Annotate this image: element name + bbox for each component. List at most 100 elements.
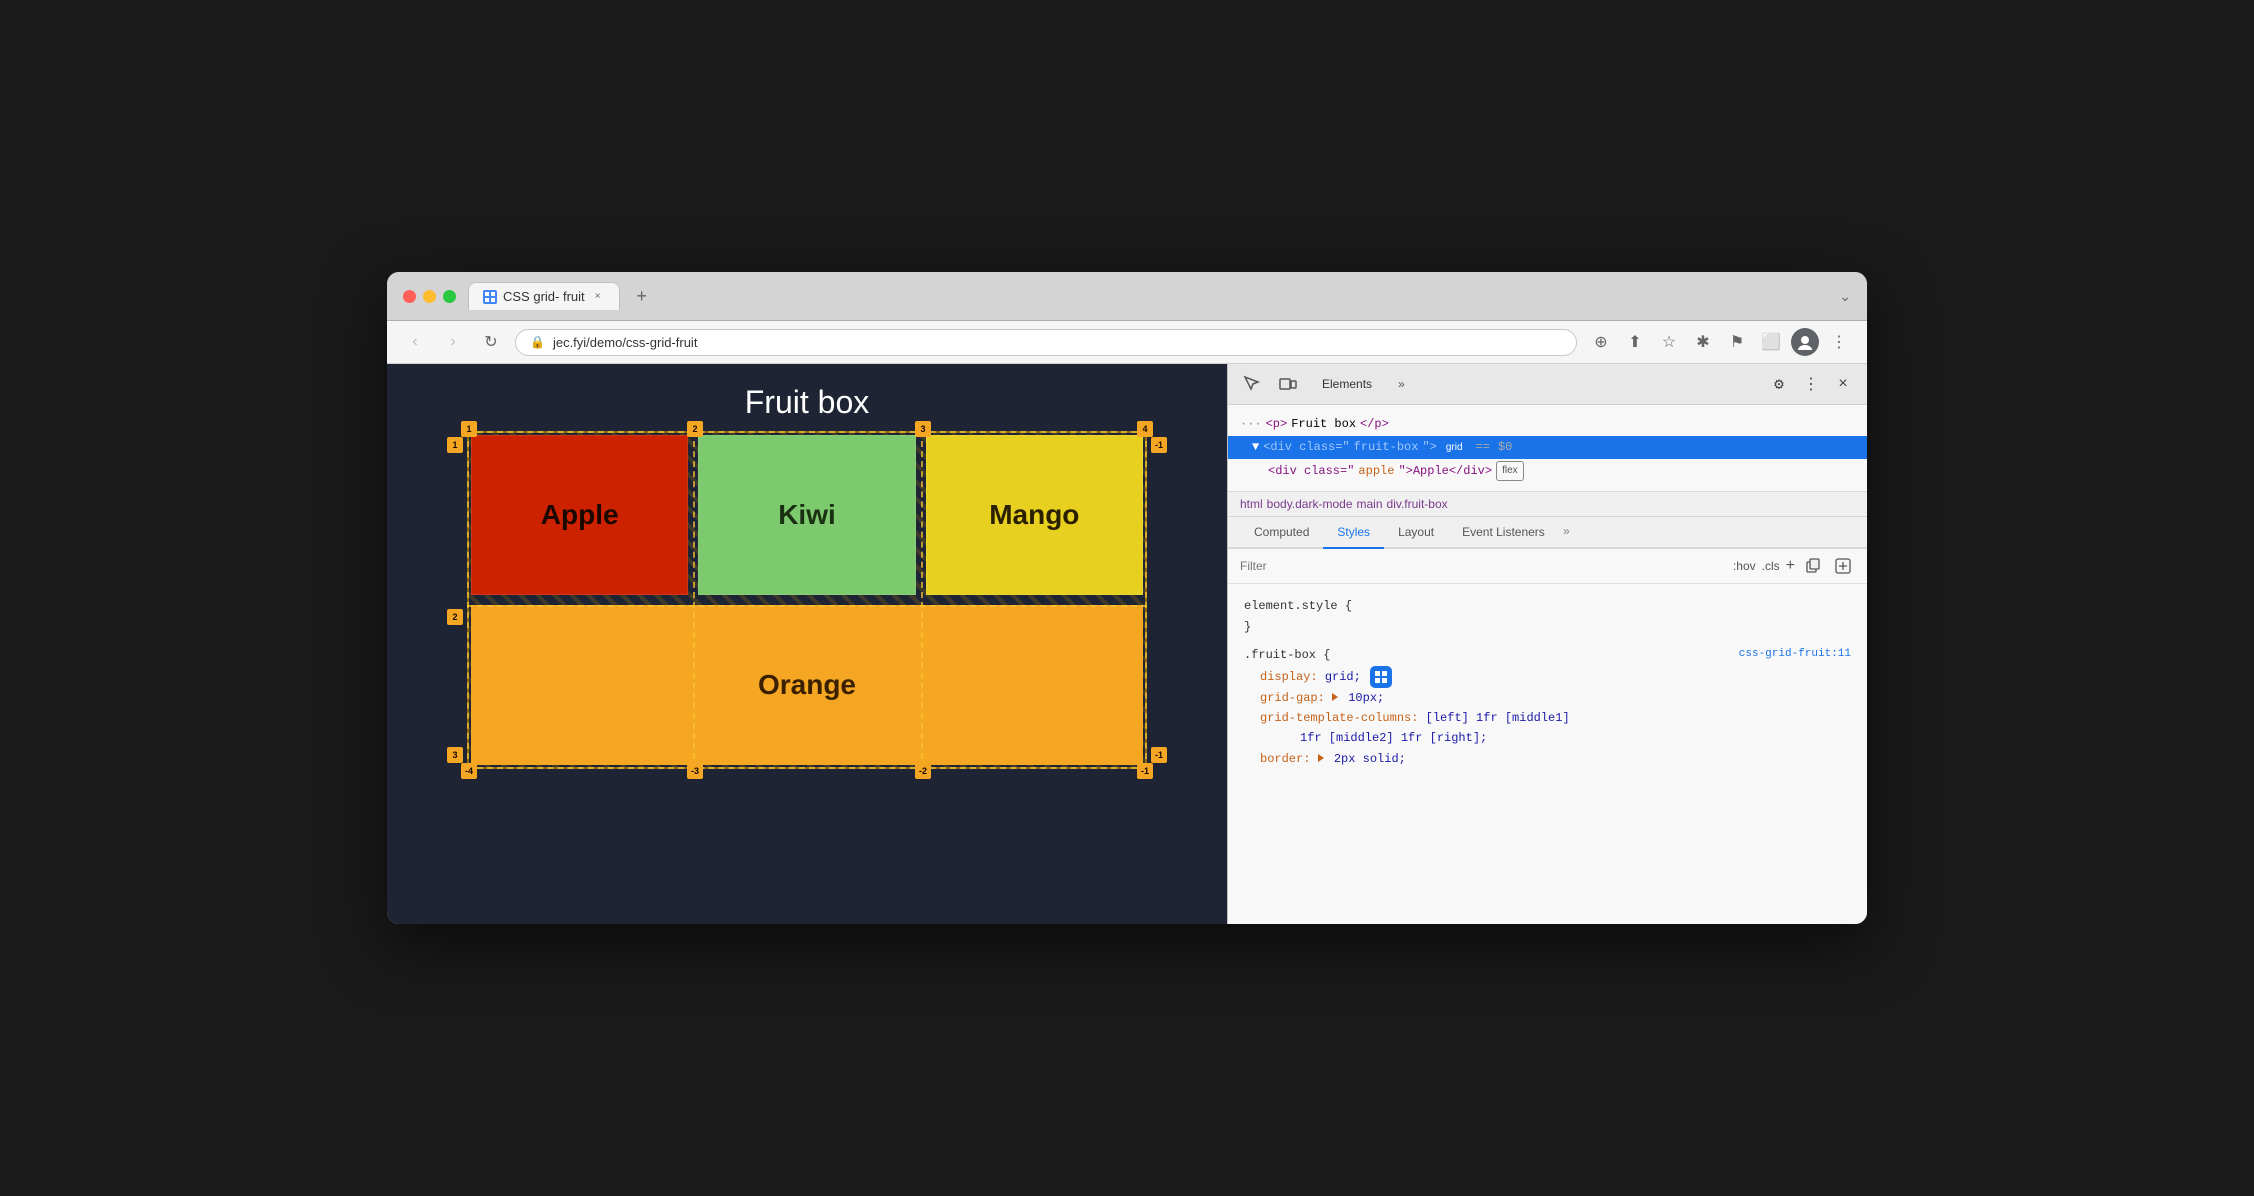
lock-icon: 🔒	[530, 335, 545, 349]
css-source-link[interactable]: css-grid-fruit:11	[1739, 645, 1851, 664]
share-icon[interactable]: ⬆	[1621, 328, 1649, 356]
tab-layout[interactable]: Layout	[1384, 517, 1448, 549]
grid-template-columns-cont: 1fr [middle2] 1fr [right];	[1244, 728, 1851, 748]
bc-main[interactable]: main	[1357, 497, 1383, 511]
filter-bar: :hov .cls +	[1228, 549, 1867, 584]
dom-line-2-selected: ▼ <div class="fruit-box"> grid == $0	[1228, 436, 1867, 459]
close-devtools-icon[interactable]: ×	[1829, 370, 1857, 398]
url-text: jec.fyi/demo/css-grid-fruit	[553, 335, 1562, 350]
refresh-button[interactable]: ↻	[477, 328, 505, 356]
orange-cell: Orange	[471, 605, 1143, 765]
grid-line-v1	[467, 431, 469, 769]
dom-close-div-attr: ">	[1422, 438, 1436, 457]
device-toolbar-icon[interactable]	[1274, 370, 1302, 398]
webpage-area: Fruit box 1 2 3 4 1 2 3 -1 -1	[387, 364, 1227, 924]
grid-num-1-left: 1	[447, 437, 463, 453]
dom-apple-class: apple	[1358, 462, 1394, 481]
grid-gap-expand-icon[interactable]	[1332, 693, 1338, 701]
tab-computed[interactable]: Computed	[1240, 517, 1323, 549]
bc-body[interactable]: body.dark-mode	[1267, 497, 1353, 511]
grid-gap-prop-line: grid-gap: 10px;	[1244, 688, 1851, 708]
dom-tag-p: <p>	[1266, 415, 1288, 434]
inspector-icon[interactable]	[1238, 370, 1266, 398]
minimize-button[interactable]	[423, 290, 436, 303]
zoom-icon[interactable]: ⊕	[1587, 328, 1615, 356]
border-expand-icon[interactable]	[1318, 754, 1324, 762]
grid-num-neg2-bottom: -2	[915, 763, 931, 779]
maximize-button[interactable]	[443, 290, 456, 303]
profile-icon[interactable]	[1791, 328, 1819, 356]
grid-num-1-top: 1	[461, 421, 477, 437]
toggle-dark-scheme-icon[interactable]	[1831, 554, 1855, 578]
copy-styles-icon[interactable]	[1801, 554, 1825, 578]
dom-line-3: <div class="apple">Apple</div> flex	[1228, 459, 1867, 483]
devtools-header: Elements » ⚙ ⋮ ×	[1228, 364, 1867, 405]
cls-button[interactable]: .cls	[1762, 559, 1780, 573]
dom-tree: ··· <p>Fruit box</p> ▼ <div class="fruit…	[1228, 405, 1867, 492]
tab-close-icon[interactable]: ×	[591, 290, 605, 304]
tab-event-listeners[interactable]: Event Listeners	[1448, 517, 1559, 549]
extensions-icon[interactable]: ✱	[1689, 328, 1717, 356]
grid-num-2-top: 2	[687, 421, 703, 437]
hov-button[interactable]: :hov	[1733, 559, 1756, 573]
dom-class-fruit-box: fruit-box	[1354, 438, 1419, 457]
more-tabs-icon[interactable]: »	[1559, 517, 1574, 547]
bookmark-icon[interactable]: ☆	[1655, 328, 1683, 356]
fruit-box-selector-line: .fruit-box { css-grid-fruit:11	[1244, 645, 1851, 665]
devtools-tabs: Elements »	[1310, 372, 1757, 396]
grid-num-neg1-bottom: -1	[1137, 763, 1153, 779]
dom-dots: ···	[1240, 415, 1262, 434]
grid-num-4-top: 4	[1137, 421, 1153, 437]
apple-label: Apple	[541, 499, 619, 531]
grid-line-v2	[693, 431, 695, 769]
devtools-header-icons: ⚙ ⋮ ×	[1765, 370, 1857, 398]
close-button[interactable]	[403, 290, 416, 303]
active-tab[interactable]: CSS grid- fruit ×	[468, 282, 620, 310]
dom-equals: ==	[1476, 438, 1490, 457]
filter-input[interactable]	[1240, 559, 1723, 573]
more-options-icon[interactable]: ⋮	[1797, 370, 1825, 398]
dom-dollar: $0	[1498, 438, 1512, 457]
kiwi-label: Kiwi	[778, 499, 836, 531]
title-bar: CSS grid- fruit × + ⌄	[387, 272, 1867, 321]
grid-line-h3	[467, 767, 1147, 769]
grid-num-neg3-bottom: -3	[687, 763, 703, 779]
address-bar: ‹ › ↻ 🔒 jec.fyi/demo/css-grid-fruit ⊕ ⬆ …	[387, 321, 1867, 364]
flag-icon[interactable]: ⚑	[1723, 328, 1751, 356]
grid-num-3-left: 3	[447, 747, 463, 763]
forward-button[interactable]: ›	[439, 328, 467, 356]
url-bar[interactable]: 🔒 jec.fyi/demo/css-grid-fruit	[515, 329, 1577, 356]
grid-line-h2	[467, 605, 1147, 607]
tab-styles[interactable]: Styles	[1323, 517, 1384, 549]
settings-icon[interactable]: ⚙	[1765, 370, 1793, 398]
grid-layout-icon[interactable]	[1370, 666, 1392, 688]
dom-close-div-apple: ">Apple</div>	[1398, 462, 1492, 481]
grid-num-neg1-right-top: -1	[1151, 437, 1167, 453]
add-style-button[interactable]: +	[1786, 557, 1795, 575]
badge-flex: flex	[1496, 461, 1524, 481]
mango-label: Mango	[989, 499, 1079, 531]
main-content: Fruit box 1 2 3 4 1 2 3 -1 -1	[387, 364, 1867, 924]
menu-icon[interactable]: ⋮	[1825, 328, 1853, 356]
border-prop-line: border: 2px solid;	[1244, 749, 1851, 769]
dom-open-div-apple: <div class="	[1268, 462, 1354, 481]
grid-line-v4	[1145, 431, 1147, 769]
badge-grid[interactable]: grid	[1441, 439, 1468, 457]
kiwi-cell: Kiwi	[698, 435, 915, 595]
desktop-icon[interactable]: ⬜	[1757, 328, 1785, 356]
tab-elements[interactable]: Elements	[1310, 372, 1384, 396]
grid-num-neg1-right-bottom: -1	[1151, 747, 1167, 763]
breadcrumb: html body.dark-mode main div.fruit-box	[1228, 492, 1867, 517]
back-button[interactable]: ‹	[401, 328, 429, 356]
dom-text-fruit: Fruit box	[1291, 415, 1356, 434]
element-style-close: }	[1244, 617, 1851, 637]
chevron-down-icon: ⌄	[1839, 288, 1851, 305]
bc-div-fruit-box[interactable]: div.fruit-box	[1387, 497, 1448, 511]
grid-line-h1	[467, 431, 1147, 433]
bc-html[interactable]: html	[1240, 497, 1263, 511]
new-tab-button[interactable]: +	[628, 282, 656, 310]
tab-more[interactable]: »	[1386, 372, 1417, 396]
grid-num-3-top: 3	[915, 421, 931, 437]
dom-close-p: </p>	[1360, 415, 1389, 434]
address-icons: ⊕ ⬆ ☆ ✱ ⚑ ⬜ ⋮	[1587, 328, 1853, 356]
